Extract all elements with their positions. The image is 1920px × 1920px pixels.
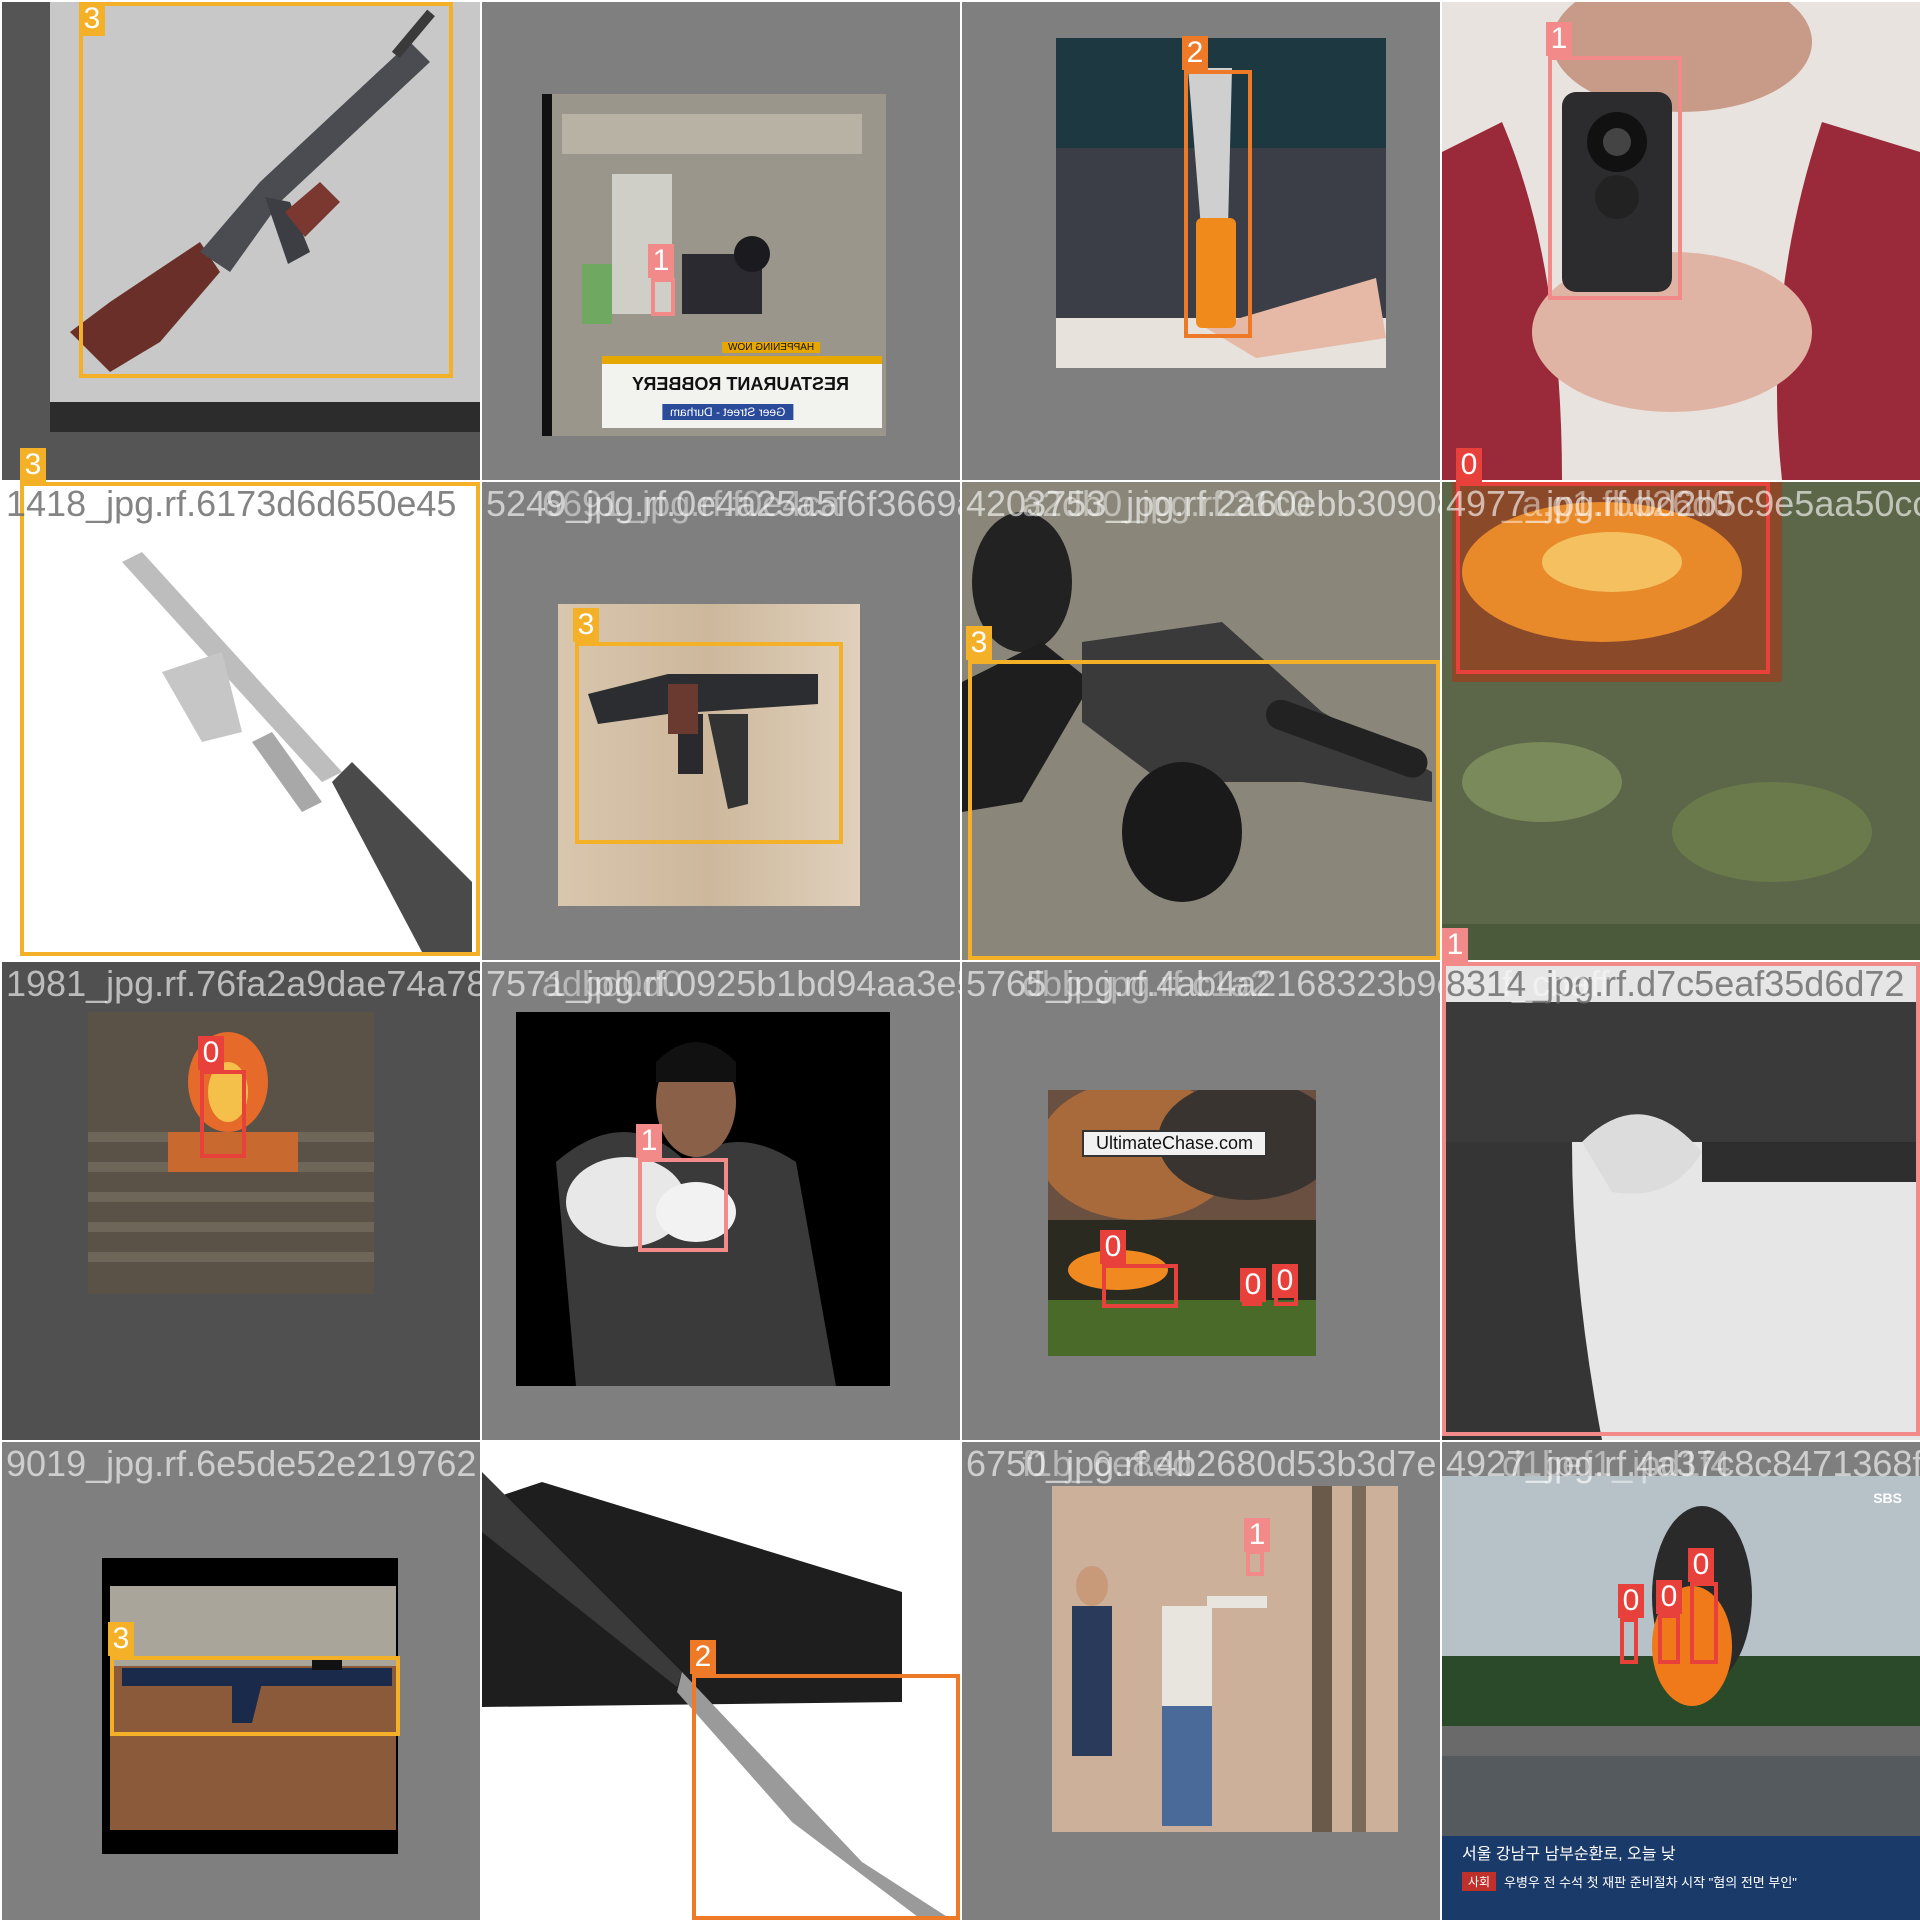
- bbox-label: 2: [690, 1640, 716, 1674]
- bbox-label: 2: [1182, 36, 1208, 70]
- tile-filename: 6750_jpg.rf.4b2680d53b3d7e: [966, 1443, 1437, 1484]
- bbox-class-0: [200, 1070, 246, 1158]
- photo-outdoor-shooter: [1052, 1486, 1398, 1832]
- bbox-class-0: [1690, 1582, 1718, 1664]
- bbox-label: 3: [79, 2, 105, 36]
- bbox-class-1: [1246, 1550, 1264, 1576]
- news-ticker-tag: 사회: [1462, 1872, 1497, 1891]
- bbox-label: 0: [1688, 1548, 1714, 1582]
- augmented-batch-mosaic: 3 RESTAURANT ROBBERY Geer Street - Durha…: [0, 0, 1920, 1920]
- photo-highway: 서울 강남구 남부순환로, 오늘 낮 사회 우병우 전 수석 첫 재판 준비절차…: [1442, 1476, 1920, 1920]
- tile-highway-explosion: 서울 강남구 남부순환로, 오늘 낮 사회 우병우 전 수석 첫 재판 준비절차…: [1442, 1442, 1920, 1920]
- bbox-label: 0: [1240, 1268, 1266, 1302]
- tile-cctv-robbery: RESTAURANT ROBBERY Geer Street - Durham …: [482, 2, 960, 480]
- letterbox-bar: [50, 402, 480, 432]
- tile-ak-wood: 3 5249_jpg.rf.0e4a25a5f6f3669a2 6691_jpg…: [482, 482, 960, 960]
- tile-filename: 7571_jpg.rf.0925b1bd94aa3e5: [486, 963, 960, 1004]
- bbox-class-3: [968, 660, 1440, 960]
- bbox-label: 3: [966, 626, 992, 660]
- bbox-label: 3: [20, 448, 46, 482]
- tile-filename-overlap: f1b_6e8ed: [1022, 1443, 1193, 1484]
- bbox-label: 0: [198, 1036, 224, 1070]
- tile-rifle-render: 3: [2, 2, 480, 480]
- tile-man-pistol: 1 7571_jpg.rf.0925b1bd94aa3e5 adbd0d0: [482, 962, 960, 1440]
- bbox-label: 1: [648, 244, 674, 278]
- news-ticker-line2: 우병우 전 수석 첫 재판 준비절차 시작 "혐의 전면 부인": [1504, 1875, 1797, 1890]
- news-ticker-line1: 서울 강남구 남부순환로, 오늘 낮: [1462, 1846, 1676, 1863]
- photo-cctv-robbery: RESTAURANT ROBBERY Geer Street - Durham …: [542, 94, 886, 436]
- tile-filename: 5249_jpg.rf.0e4a25a5f6f3669a2: [486, 483, 960, 524]
- tile-knife-laptop: 2: [962, 2, 1440, 480]
- tile-smg-suppressor: 3 4203753_jpg.rf.2a60ebb30908e a2db0_jpg…: [962, 482, 1440, 960]
- bbox-class-1: [638, 1158, 728, 1252]
- news-headline: RESTAURANT ROBBERY: [632, 374, 850, 394]
- bbox-class-3: [575, 642, 843, 844]
- bbox-class-0: [1456, 482, 1770, 674]
- broadcaster-logo: SBS: [1873, 1490, 1902, 1506]
- bbox-label: 0: [1272, 1264, 1298, 1298]
- bbox-label: 0: [1656, 1580, 1682, 1614]
- bbox-class-0: [1620, 1618, 1638, 1664]
- bbox-class-1: [651, 278, 675, 316]
- tile-filename-overlap: dbb_jpg.rf.c1a2: [1022, 963, 1271, 1004]
- bbox-label: 1: [636, 1124, 662, 1158]
- tile-filename: 1981_jpg.rf.76fa2a9dae74a78: [6, 963, 480, 1004]
- bbox-class-2: [692, 1674, 960, 1920]
- tile-filename-overlap: adbd0d0: [542, 963, 683, 1004]
- tile-pistol-closeup: 1 8314_jpg.rf.d7c5eaf35d6d72 f_cbaff: [1442, 962, 1920, 1440]
- tile-filename-overlap: 6691_jpg.rf.f0e4ca: [542, 483, 841, 524]
- tile-rifle-white: 3 1418_jpg.rf.6173d6d650e45: [2, 482, 480, 960]
- bbox-class-0: [1658, 1614, 1680, 1664]
- bbox-label: 0: [1456, 448, 1482, 482]
- photo-forest-fire: UltimateChase.com: [1048, 1090, 1316, 1356]
- bbox-class-1: [1442, 962, 1920, 1436]
- tile-outdoor-shooter: 1 6750_jpg.rf.4b2680d53b3d7e f1b_6e8ed: [962, 1442, 1440, 1920]
- bbox-class-0: [1102, 1264, 1178, 1308]
- tile-pistol-woman: 1: [1442, 2, 1920, 480]
- bbox-label: 0: [1618, 1584, 1644, 1618]
- tile-ak-rust: 3 9019_jpg.rf.6e5de52e219762: [2, 1442, 480, 1920]
- news-lower-third: RESTAURANT ROBBERY Geer Street - Durham: [602, 356, 882, 428]
- bbox-label: 3: [108, 1622, 134, 1656]
- bbox-label: 1: [1546, 22, 1572, 56]
- bbox-label: 0: [1100, 1230, 1126, 1264]
- tile-forest-fire: UltimateChase.com 0 0 0 5765_jpg.rf.4ab4…: [962, 962, 1440, 1440]
- bbox-class-3: [20, 482, 480, 956]
- bbox-class-3: [79, 2, 453, 378]
- bbox-class-1: [1548, 56, 1682, 300]
- bbox-class-2: [1184, 70, 1252, 338]
- tile-fire-steps: 0 1981_jpg.rf.76fa2a9dae74a78: [2, 962, 480, 1440]
- bbox-label: 1: [1244, 1518, 1270, 1552]
- watermark-caption: UltimateChase.com: [1082, 1130, 1268, 1157]
- tile-filename: 9019_jpg.rf.6e5de52e219762: [6, 1443, 477, 1484]
- tile-folding-knife: 2 4319_jpg.rf.0f1127d57a680376 84dd0_fd4…: [482, 1442, 960, 1920]
- bbox-label: 3: [573, 608, 599, 642]
- news-subline: Geer Street - Durham: [662, 404, 794, 420]
- tile-filename: 5765_jpg.rf.4ab4a2168323b9cbe: [966, 963, 1440, 1004]
- tile-fire-leaves: 0 4977_jpg.rf.bd2b5c9e5aa50cc _a.g1.fbd2…: [1442, 482, 1920, 960]
- bbox-label: 1: [1442, 928, 1468, 962]
- bbox-class-3: [110, 1656, 400, 1736]
- news-kicker: HAPPENING NOW: [722, 342, 821, 353]
